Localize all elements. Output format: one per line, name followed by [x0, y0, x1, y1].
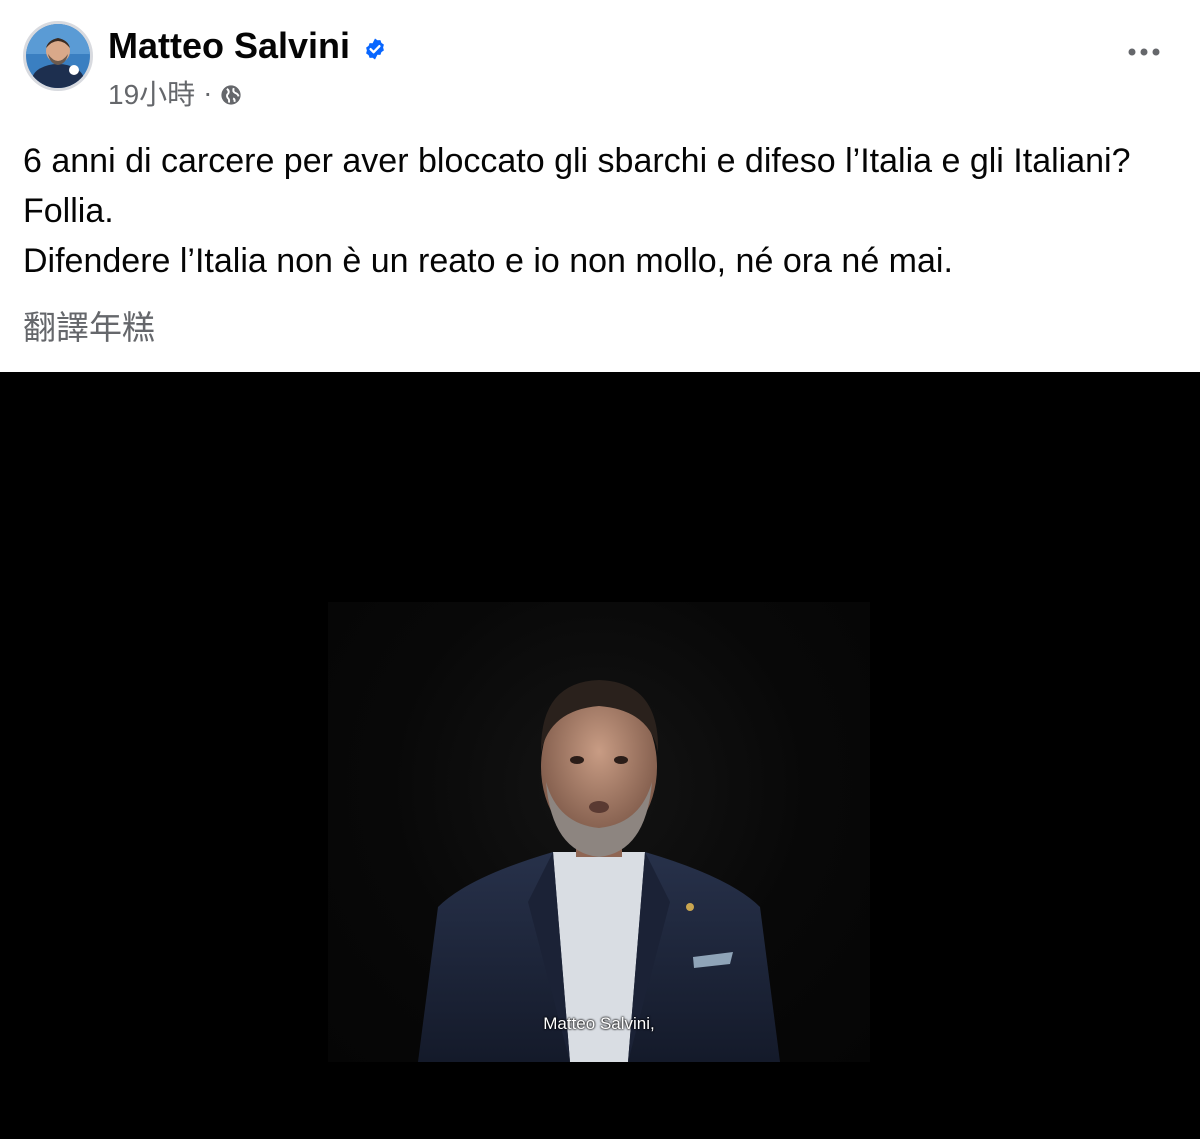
author-avatar[interactable] — [23, 21, 93, 91]
video-still-image — [418, 680, 780, 1062]
post-header: Matteo Salvini 19小時 · — [0, 0, 1200, 120]
video-player[interactable]: Matteo Salvini, — [0, 372, 1200, 1139]
post-meta: 19小時 · — [108, 76, 242, 110]
post-text-line-2: Difendere l’Italia non è un reato e io n… — [23, 242, 953, 280]
see-translation-link[interactable]: 翻譯年糕 — [23, 306, 155, 350]
meta-separator: · — [203, 77, 213, 108]
post-text-line-1: 6 anni di carcere per aver bloccato gli … — [23, 142, 1131, 230]
video-frame — [328, 602, 870, 1062]
avatar-image — [26, 24, 90, 88]
video-subtitle: Matteo Salvini, — [543, 1014, 655, 1033]
more-options-button[interactable] — [1118, 34, 1170, 70]
verified-badge-icon — [366, 38, 384, 60]
post-timestamp[interactable]: 19小時 — [108, 73, 195, 113]
post-message: 6 anni di carcere per aver bloccato gli … — [23, 136, 1173, 286]
facebook-post: Matteo Salvini 19小時 · 6 anni di carcere — [0, 0, 1200, 1139]
globe-icon[interactable] — [220, 84, 242, 106]
author-name[interactable]: Matteo Salvini — [108, 26, 350, 66]
more-options-icon — [1128, 48, 1160, 56]
